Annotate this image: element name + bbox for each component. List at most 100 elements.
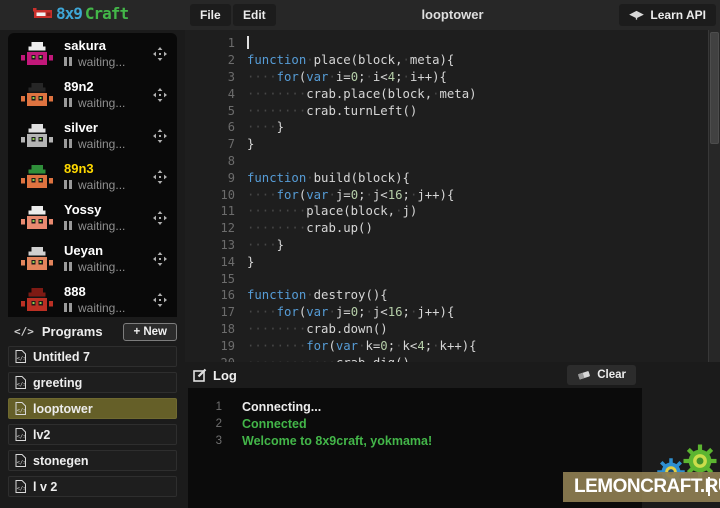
player-status-text: waiting... — [78, 219, 125, 233]
line-number: 19 — [185, 339, 235, 353]
program-item[interactable]: </> lv2 — [8, 424, 177, 445]
lemoncraft-watermark: LEMONCRAFT.RU — [563, 472, 720, 502]
code-text: ········crab.turnLeft() — [247, 104, 417, 118]
line-number: 4 — [185, 87, 235, 101]
logo-text-craft: Craft — [85, 4, 128, 23]
line-number: 13 — [185, 238, 235, 252]
code-line: 2 function·place(block,·meta){ — [185, 52, 720, 69]
move-cross-icon[interactable] — [153, 88, 167, 102]
program-item[interactable]: </> stonegen — [8, 450, 177, 471]
program-item[interactable]: </> looptower — [8, 398, 177, 419]
scrollbar-thumb[interactable] — [710, 32, 719, 144]
svg-text:</>: </> — [17, 382, 26, 388]
line-number: 1 — [185, 36, 235, 50]
program-item[interactable]: </> l v 2 — [8, 476, 177, 497]
move-cross-icon[interactable] — [153, 211, 167, 225]
app-window: 8x9Craft File Edit looptower Learn API — [0, 0, 720, 508]
learn-api-label: Learn API — [650, 8, 706, 22]
player-row[interactable]: Ueyan waiting... — [8, 238, 177, 279]
player-status-text: waiting... — [78, 96, 125, 110]
crab-avatar — [21, 83, 53, 106]
svg-text:</>: </> — [17, 486, 26, 492]
player-status-text: waiting... — [78, 55, 125, 69]
code-text: function·destroy(){ — [247, 288, 388, 302]
crab-avatar — [21, 288, 53, 311]
crab-avatar — [21, 165, 53, 188]
pause-icon — [64, 260, 74, 274]
code-text: ····for(var·j=0;·j<16;·j++){ — [247, 188, 454, 202]
svg-text:</>: </> — [17, 408, 26, 414]
code-line: 9 function·build(block){ — [185, 169, 720, 186]
player-name: 888 — [64, 285, 125, 299]
code-line: 11 ········place(block,·j) — [185, 203, 720, 220]
player-row[interactable]: sakura waiting... — [8, 33, 177, 74]
code-file-icon: </> — [15, 402, 26, 415]
watermark-text: LEMONCRAFT.RU — [563, 476, 720, 498]
code-line: 4 ········crab.place(block,·meta) — [185, 85, 720, 102]
line-number: 11 — [185, 204, 235, 218]
log-line-number: 3 — [188, 435, 222, 447]
move-cross-icon[interactable] — [153, 293, 167, 307]
edit-menu-button[interactable]: Edit — [233, 4, 276, 26]
player-name: 89n3 — [64, 162, 125, 176]
line-number: 16 — [185, 288, 235, 302]
program-name: looptower — [33, 402, 93, 416]
pause-icon — [64, 301, 74, 315]
log-line-number: 1 — [188, 401, 222, 413]
code-line: 1 — [185, 35, 720, 52]
player-row[interactable]: Yossy waiting... — [8, 197, 177, 238]
player-info: silver waiting... — [64, 121, 125, 151]
code-line: 12 ········crab.up() — [185, 220, 720, 237]
code-line: 3 ····for(var·i=0;·i<4;·i++){ — [185, 69, 720, 86]
move-cross-icon[interactable] — [153, 170, 167, 184]
player-status: waiting... — [64, 96, 125, 110]
player-row[interactable]: 89n3 waiting... — [8, 156, 177, 197]
pause-icon — [64, 96, 74, 110]
code-line: 15 — [185, 270, 720, 287]
learn-api-button[interactable]: Learn API — [619, 4, 716, 26]
line-number: 2 — [185, 53, 235, 67]
line-number: 12 — [185, 221, 235, 235]
pause-icon — [64, 137, 74, 151]
player-info: 89n2 waiting... — [64, 80, 125, 110]
code-line: 19 ········for(var·k=0;·k<4;·k++){ — [185, 337, 720, 354]
svg-text:</>: </> — [17, 434, 26, 440]
player-list: sakura waiting... — [8, 33, 177, 317]
file-menu-button[interactable]: File — [190, 4, 231, 26]
log-message: Welcome to 8x9craft, yokmama! — [242, 434, 432, 448]
player-row[interactable]: 89n2 waiting... — [8, 74, 177, 115]
clear-label: Clear — [597, 369, 626, 381]
player-status: waiting... — [64, 301, 125, 315]
move-cross-icon[interactable] — [153, 129, 167, 143]
program-item[interactable]: </> greeting — [8, 372, 177, 393]
player-status: waiting... — [64, 178, 125, 192]
program-item[interactable]: </> Untitled 7 — [8, 346, 177, 367]
player-status-text: waiting... — [78, 178, 125, 192]
code-text: function·build(block){ — [247, 171, 410, 185]
program-list: </> Untitled 7 </> greeting </> — [8, 346, 177, 502]
log-message: Connected — [242, 417, 307, 431]
code-text: ········crab.place(block,·meta) — [247, 87, 477, 101]
clear-log-button[interactable]: Clear — [567, 365, 636, 385]
player-info: Ueyan waiting... — [64, 244, 125, 274]
move-cross-icon[interactable] — [153, 252, 167, 266]
code-text: } — [247, 255, 254, 269]
new-program-button[interactable]: + New — [123, 323, 177, 341]
player-status-text: waiting... — [78, 301, 125, 315]
editor-scrollbar[interactable] — [708, 30, 720, 362]
log-title: Log — [213, 368, 237, 383]
code-text: } — [247, 137, 254, 151]
code-editor[interactable]: 1 2 function·place(block,·meta){ 3 ····f… — [185, 30, 720, 362]
crab-icon — [33, 7, 53, 20]
code-file-icon: </> — [15, 480, 26, 493]
line-number: 6 — [185, 120, 235, 134]
player-info: sakura waiting... — [64, 39, 125, 69]
player-row[interactable]: silver waiting... — [8, 115, 177, 156]
player-info: 89n3 waiting... — [64, 162, 125, 192]
player-name: 89n2 — [64, 80, 125, 94]
program-name: greeting — [33, 376, 82, 390]
log-line-number: 2 — [188, 418, 222, 430]
move-cross-icon[interactable] — [153, 47, 167, 61]
pause-icon — [64, 178, 74, 192]
player-row[interactable]: 888 waiting... — [8, 279, 177, 317]
